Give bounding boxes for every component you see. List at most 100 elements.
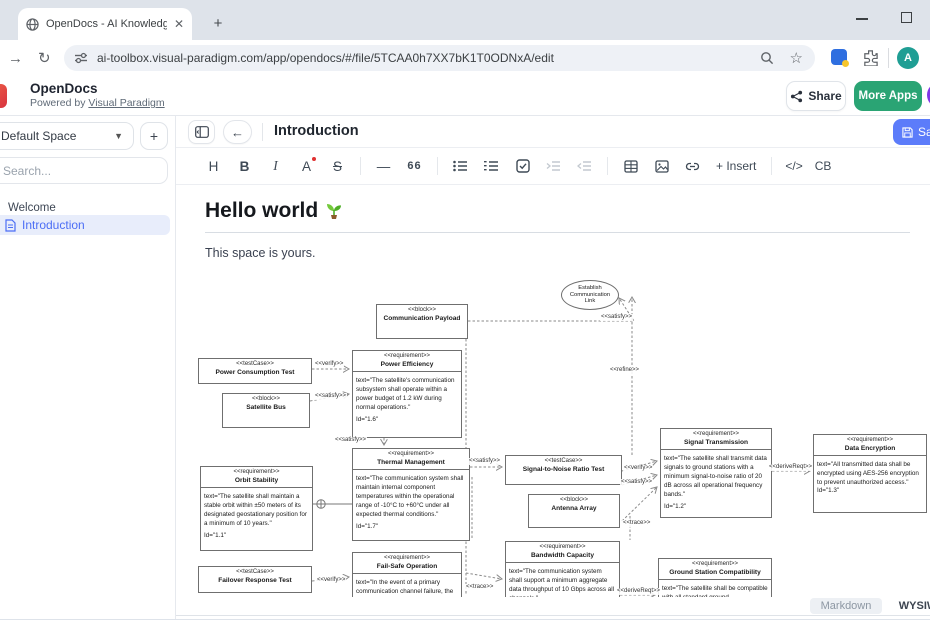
- sidebar-item-introduction[interactable]: Introduction: [0, 215, 170, 235]
- toolbar-divider: [607, 157, 608, 175]
- sidebar-section-label: Welcome: [8, 202, 56, 214]
- header-divider: [262, 123, 263, 141]
- bookmark-star-icon[interactable]: ☆: [790, 49, 803, 67]
- app-title: OpenDocs: [30, 81, 98, 96]
- editor-footer: Markdown WYSIWYG: [176, 597, 930, 619]
- extensions-puzzle-icon[interactable]: [862, 49, 879, 66]
- indent-button[interactable]: [540, 154, 567, 178]
- sidebar: Default Space ▼ + Welcome Introduction: [0, 116, 176, 619]
- app-header: OpenDocs Powered by Visual Paradigm Shar…: [0, 76, 930, 116]
- arrow-left-icon: ←: [231, 125, 244, 140]
- browser-profile-avatar[interactable]: A: [897, 47, 919, 69]
- connector-label-verify: <<verify>>: [316, 577, 346, 584]
- connector-label-satisfy: <<satisfy>>: [314, 393, 347, 400]
- link-icon: [685, 162, 700, 171]
- connector-label-trace: <<trace>>: [622, 520, 651, 527]
- browser-window: OpenDocs - AI Knowledge Base ✕ + → ↻ ai-…: [0, 0, 930, 620]
- connector-label-satisfy: <<satisfy>>: [468, 458, 501, 465]
- visual-paradigm-link[interactable]: Visual Paradigm: [88, 97, 164, 109]
- code-block-button[interactable]: CB: [811, 154, 836, 178]
- numbered-list-button[interactable]: [478, 154, 505, 178]
- chevron-down-icon: ▼: [114, 131, 123, 141]
- diagram-node-snr-test: <<testCase>> Signal-to-Noise Ratio Test: [505, 455, 622, 485]
- toggle-sidebar-button[interactable]: [188, 120, 215, 144]
- diagram-node-fail-safe-operation: <<requirement>> Fail-Safe Operation text…: [352, 552, 462, 597]
- back-button[interactable]: ←: [223, 120, 252, 144]
- horizontal-rule-button[interactable]: —: [370, 154, 397, 178]
- more-apps-button[interactable]: More Apps: [854, 81, 922, 111]
- url-text: ai-toolbox.visual-paradigm.com/app/opend…: [97, 51, 760, 65]
- bullet-list-button[interactable]: [447, 154, 474, 178]
- diagram-node-communication-payload: <<block>> Communication Payload: [376, 304, 468, 339]
- window-maximize-button[interactable]: [901, 12, 912, 23]
- diagram-node-signal-transmission: <<requirement>> Signal Transmission text…: [660, 428, 772, 518]
- check-list-icon: [516, 159, 530, 173]
- strikethrough-button[interactable]: S: [324, 154, 351, 178]
- tab-strip: OpenDocs - AI Knowledge Base ✕ +: [0, 0, 930, 40]
- check-list-button[interactable]: [509, 154, 536, 178]
- requirements-diagram[interactable]: Establish Communication Link <<block>> C…: [176, 185, 930, 597]
- diagram-node-bandwidth-capacity: <<requirement>> Bandwidth Capacity text=…: [505, 541, 620, 597]
- connector-label-satisfy: <<satisfy>>: [620, 479, 653, 486]
- toolbar-divider: [771, 157, 772, 175]
- document-canvas[interactable]: Hello world This space is yours.: [176, 185, 930, 597]
- connector-label-verify: <<verify>>: [314, 361, 344, 368]
- diagram-node-data-encryption: <<requirement>> Data Encryption text="Al…: [813, 434, 927, 513]
- formatting-toolbar: H B I A S — 66: [176, 148, 930, 185]
- tab-title: OpenDocs - AI Knowledge Base: [46, 18, 167, 30]
- diagram-node-failover-response-test: <<testCase>> Failover Response Test: [198, 566, 312, 593]
- editor-pane: ← Introduction Save H B I: [176, 116, 930, 619]
- bold-button[interactable]: B: [231, 154, 258, 178]
- bullet-list-icon: [453, 160, 468, 172]
- diagram-node-ground-station-compatibility: <<requirement>> Ground Station Compatibi…: [658, 558, 772, 597]
- reload-icon[interactable]: ↻: [38, 49, 51, 67]
- inline-code-button[interactable]: </>: [781, 154, 806, 178]
- tab-wysiwyg[interactable]: WYSIWYG: [886, 598, 930, 614]
- diagram-node-power-efficiency: <<requirement>> Power Efficiency text="T…: [352, 350, 462, 438]
- site-settings-icon[interactable]: [74, 51, 88, 65]
- browser-toolbar: → ↻ ai-toolbox.visual-paradigm.com/app/o…: [0, 40, 930, 76]
- diagram-node-goal: Establish Communication Link: [561, 280, 619, 310]
- floppy-save-icon: [902, 127, 913, 138]
- toolbar-divider: [437, 157, 438, 175]
- diagram-node-thermal-management: <<requirement>> Thermal Management text=…: [352, 448, 470, 541]
- blockquote-button[interactable]: 66: [401, 154, 428, 178]
- browser-tab[interactable]: OpenDocs - AI Knowledge Base ✕: [18, 8, 192, 40]
- forward-icon[interactable]: →: [8, 50, 23, 67]
- tab-markdown[interactable]: Markdown: [810, 598, 882, 614]
- share-button[interactable]: Share: [786, 81, 846, 111]
- toolbar-divider: [360, 157, 361, 175]
- zoom-icon[interactable]: [760, 51, 774, 65]
- save-button[interactable]: Save: [893, 119, 930, 145]
- connector-label-derivereqt: <<deriveReqt>>: [768, 464, 813, 471]
- toolbar-divider: [888, 48, 889, 68]
- add-space-button[interactable]: +: [140, 122, 168, 150]
- connector-label-satisfy: <<satisfy>>: [334, 437, 367, 444]
- window-minimize-button[interactable]: [856, 18, 868, 20]
- diagram-node-power-consumption-test: <<testCase>> Power Consumption Test: [198, 358, 312, 384]
- outdent-button[interactable]: [571, 154, 598, 178]
- tab-close-icon[interactable]: ✕: [174, 17, 184, 31]
- italic-button[interactable]: I: [262, 154, 289, 178]
- numbered-list-icon: [484, 160, 499, 172]
- space-selector[interactable]: Default Space ▼: [0, 122, 134, 150]
- image-button[interactable]: [648, 154, 675, 178]
- document-icon: [5, 219, 16, 232]
- connector-label-satisfy: <<satisfy>>: [600, 314, 633, 321]
- diagram-node-orbit-stability: <<requirement>> Orbit Stability text="Th…: [200, 466, 313, 551]
- insert-button[interactable]: + Insert: [710, 154, 762, 178]
- link-button[interactable]: [679, 154, 706, 178]
- extension-icon[interactable]: [831, 49, 847, 65]
- new-tab-button[interactable]: +: [206, 12, 230, 36]
- sidebar-item-label: Introduction: [22, 218, 85, 232]
- font-color-button[interactable]: A: [293, 154, 320, 178]
- app-subtitle: Powered by Visual Paradigm: [30, 97, 165, 109]
- search-input[interactable]: [0, 157, 168, 184]
- connector-label-verify: <<verify>>: [623, 465, 653, 472]
- heading-button[interactable]: H: [200, 154, 227, 178]
- panel-collapse-icon: [195, 126, 209, 138]
- table-button[interactable]: [617, 154, 644, 178]
- address-bar[interactable]: ai-toolbox.visual-paradigm.com/app/opend…: [64, 45, 815, 71]
- diagram-node-satellite-bus: <<block>> Satellite Bus: [222, 393, 310, 428]
- share-icon: [790, 90, 803, 103]
